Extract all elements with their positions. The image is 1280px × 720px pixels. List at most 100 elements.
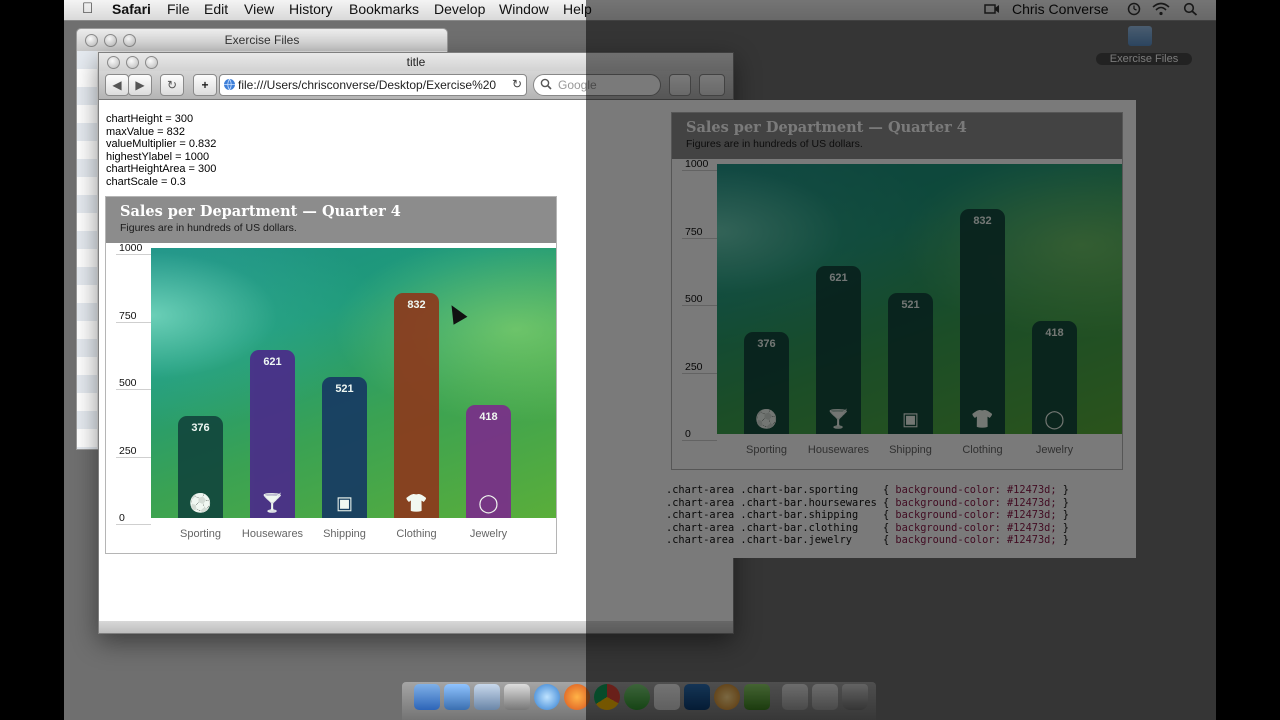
settings-menu-button[interactable] (699, 74, 725, 96)
tshirt-icon: 👕 (971, 408, 994, 429)
variable-line: chartHeightArea = 300 (106, 163, 217, 176)
y-axis-tick-label: 0 (119, 512, 125, 524)
code-brace-open: { (882, 484, 896, 496)
grid-line (116, 389, 151, 390)
variable-line: chartHeight = 300 (106, 113, 194, 125)
menu-file[interactable]: File (167, 1, 190, 17)
menu-help[interactable]: Help (563, 1, 592, 17)
wifi-icon[interactable] (1152, 2, 1170, 16)
chart-subtitle: Figures are in hundreds of US dollars. (120, 222, 297, 234)
search-input[interactable]: Google (533, 74, 661, 96)
box-icon: ▣ (335, 492, 354, 513)
menu-develop[interactable]: Develop (434, 1, 485, 17)
y-axis-tick-label: 250 (119, 444, 137, 457)
variable-line: chartScale = 0.3 (106, 175, 186, 188)
bar-clothing[interactable]: 832 👕 (394, 293, 439, 518)
apple-menu-icon[interactable]:  (82, 0, 93, 17)
folder-icon[interactable] (1128, 26, 1152, 46)
spotlight-search-icon[interactable] (1183, 2, 1199, 16)
box-icon: ▣ (901, 408, 920, 429)
menu-view[interactable]: View (244, 1, 274, 17)
ring-icon: ◯ (1044, 408, 1065, 429)
menu-bookmarks[interactable]: Bookmarks (349, 1, 419, 17)
folder-dock-icon[interactable] (782, 684, 808, 710)
code-line: .chart-area .chart-bar.sporting { backgr… (666, 484, 1069, 497)
finder-title-bar[interactable]: Exercise Files (77, 29, 447, 51)
browser-window: title ◀ ▶ ↻ + file:///Users/chrisconvers… (98, 52, 734, 634)
globe-icon (223, 78, 236, 96)
dashboard-dock-icon[interactable] (444, 684, 470, 710)
finder-dock-icon[interactable] (414, 684, 440, 710)
reference-panel: Sales per Department — Quarter 4 Figures… (658, 100, 1136, 558)
back-button[interactable]: ◀ (105, 74, 129, 96)
chart-header: Sales per Department — Quarter 4 Figures… (106, 197, 556, 243)
menu-history[interactable]: History (289, 1, 333, 17)
grid-line (682, 372, 717, 374)
forward-button[interactable]: ▶ (128, 74, 152, 96)
refresh-button[interactable]: ↻ (160, 74, 184, 96)
code-brace-open: { (882, 509, 896, 522)
app-dock-icon[interactable] (624, 684, 650, 710)
page-menu-button[interactable] (669, 74, 691, 96)
bar-value-label: 621 (263, 356, 282, 369)
desktop-folder-label[interactable]: Exercise Files (1096, 53, 1192, 65)
mail-dock-icon[interactable] (474, 684, 500, 710)
bar-housewares[interactable]: 621 🍸 (816, 266, 861, 434)
safari-dock-icon[interactable] (534, 684, 560, 710)
grid-line (116, 524, 151, 525)
grid-line (116, 321, 151, 323)
x-axis-label: Shipping (889, 444, 932, 456)
photoshop-dock-icon[interactable] (684, 684, 710, 710)
code-brace-close: } (1056, 534, 1069, 547)
dreamweaver-dock-icon[interactable] (744, 684, 770, 710)
bar-value-label: 621 (829, 272, 848, 285)
camera-icon[interactable] (984, 2, 1000, 16)
bar-clothing[interactable]: 832 👕 (960, 209, 1005, 434)
bar-jewelry[interactable]: 418 ◯ (466, 405, 511, 518)
bar-jewelry[interactable]: 418 ◯ (1032, 321, 1077, 434)
grid-line (682, 237, 717, 239)
bar-shipping[interactable]: 521 ▣ (322, 377, 367, 518)
x-axis-label: Shipping (323, 528, 366, 540)
acrobat-dock-icon[interactable] (654, 684, 680, 710)
y-axis-tick-label: 1000 (685, 158, 709, 170)
menu-edit[interactable]: Edit (204, 1, 228, 17)
menu-window[interactable]: Window (499, 1, 549, 17)
bar-sporting[interactable]: 376 ⚽ (178, 416, 223, 518)
reload-icon[interactable]: ↻ (512, 77, 522, 91)
bar-value-label: 376 (191, 422, 210, 435)
x-axis-label: Clothing (396, 528, 437, 540)
bar-sporting[interactable]: 376 ⚽ (744, 332, 789, 434)
system-preferences-dock-icon[interactable] (714, 684, 740, 710)
bar-housewares[interactable]: 621 🍸 (250, 350, 295, 518)
address-bar[interactable]: file:///Users/chrisconverse/Desktop/Exer… (219, 74, 527, 96)
chart-title: Sales per Department — Quarter 4 (686, 119, 967, 136)
variable-line: maxValue = 832 (106, 125, 185, 138)
y-axis-tick-label: 0 (685, 428, 691, 440)
trash-dock-icon[interactable] (842, 684, 868, 710)
documents-dock-icon[interactable] (812, 684, 838, 710)
grid-line (682, 170, 717, 171)
search-placeholder: Google (558, 78, 597, 92)
menu-user-name[interactable]: Chris Converse (1012, 1, 1108, 17)
grid-line (116, 456, 151, 458)
firefox-dock-icon[interactable] (564, 684, 590, 710)
martini-glass-icon: 🍸 (827, 408, 850, 429)
bar-shipping[interactable]: 521 ▣ (888, 293, 933, 434)
add-bookmark-button[interactable]: + (193, 74, 217, 96)
browser-title-bar[interactable]: title (99, 53, 733, 71)
time-machine-icon[interactable] (1126, 2, 1142, 16)
code-selector: .chart-area .chart-bar.sporting (666, 484, 883, 496)
code-line: .chart-area .chart-bar.jewelry { backgro… (666, 534, 1069, 547)
chrome-dock-icon[interactable] (594, 684, 620, 710)
x-axis-label: Sporting (180, 528, 221, 540)
finder-title: Exercise Files (224, 33, 300, 47)
finder-sidebar[interactable] (77, 51, 97, 449)
variable-line: valueMultiplier = 0.832 (106, 138, 217, 151)
browser-title: title (406, 55, 426, 69)
code-brace-close: } (1056, 509, 1069, 522)
martini-glass-icon: 🍸 (261, 492, 284, 513)
preview-dock-icon[interactable] (504, 684, 530, 710)
x-axis-label: Jewelry (469, 528, 508, 540)
menu-app-name[interactable]: Safari (112, 1, 151, 17)
